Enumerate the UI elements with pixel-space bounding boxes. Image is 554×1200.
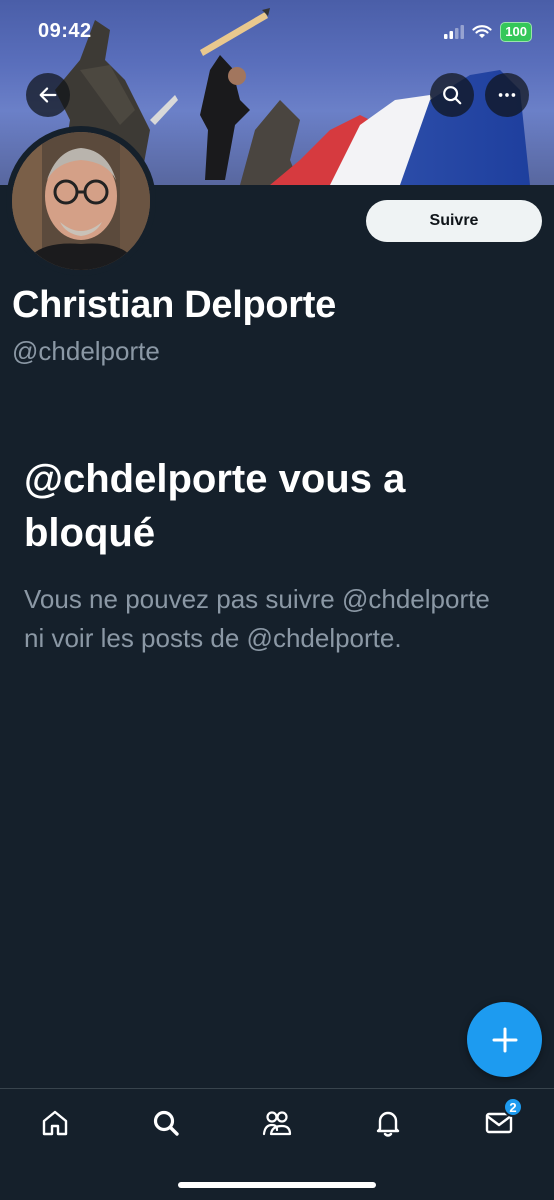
back-button[interactable]	[26, 73, 70, 117]
nav-search[interactable]	[146, 1103, 186, 1143]
blocked-description: Vous ne pouvez pas suivre @chdelporte ni…	[24, 584, 490, 653]
messages-badge: 2	[503, 1097, 523, 1117]
cellular-signal-icon	[444, 25, 465, 39]
plus-icon	[492, 1027, 517, 1052]
avatar-portrait	[12, 132, 150, 270]
wifi-icon	[472, 24, 492, 38]
nav-messages[interactable]: 2	[479, 1097, 523, 1143]
status-time: 09:42	[38, 20, 92, 42]
blocked-title: @chdelporte vous a bloqué	[24, 457, 406, 555]
nav-notifications[interactable]	[368, 1103, 408, 1143]
battery-indicator: 100	[500, 22, 532, 42]
notifications-icon	[376, 1111, 400, 1137]
communities-icon	[262, 1111, 292, 1136]
back-arrow-icon	[39, 87, 57, 103]
search-icon	[443, 86, 462, 105]
status-indicators: 100	[444, 22, 532, 42]
compose-post-button[interactable]	[467, 1002, 542, 1077]
avatar[interactable]	[6, 126, 156, 276]
search-profile-button[interactable]	[430, 73, 474, 117]
more-icon	[498, 93, 516, 97]
more-options-button[interactable]	[485, 73, 529, 117]
display-name: Christian Delporte	[12, 284, 336, 326]
nav-home[interactable]	[35, 1103, 75, 1143]
home-indicator[interactable]	[178, 1182, 376, 1188]
profile-handle: @chdelporte	[12, 336, 160, 366]
nav-communities[interactable]	[257, 1103, 297, 1143]
follow-button[interactable]: Suivre	[366, 200, 542, 242]
avatar-image	[12, 132, 150, 270]
search-icon	[153, 1110, 179, 1136]
home-icon	[42, 1110, 68, 1136]
